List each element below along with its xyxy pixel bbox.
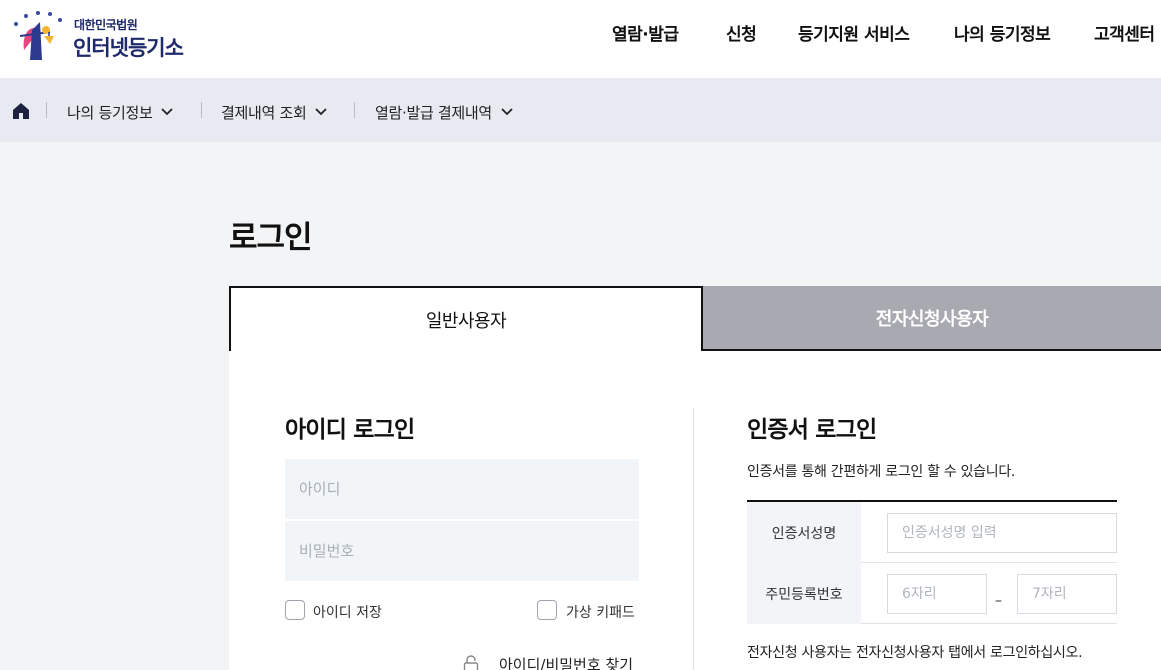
panel-divider (693, 408, 694, 670)
breadcrumb-separator (354, 102, 355, 118)
nav-apply[interactable]: 신청 (726, 20, 757, 45)
cert-login-description: 인증서를 통해 간편하게 로그인 할 수 있습니다. (747, 464, 1016, 480)
rrn-back-input[interactable] (1017, 574, 1117, 614)
tab-general-user[interactable]: 일반사용자 (229, 286, 703, 351)
chevron-down-icon (501, 108, 513, 116)
breadcrumb-separator (46, 102, 47, 118)
breadcrumb-view-payment[interactable]: 열람·발급 결제내역 (375, 102, 514, 123)
chevron-down-icon (315, 108, 328, 116)
password-input[interactable] (285, 521, 639, 581)
lock-icon (463, 655, 479, 670)
cert-name-label: 인증서성명 (747, 502, 861, 563)
save-id-label: 아이디 저장 (313, 605, 382, 621)
rrn-front-input[interactable] (887, 574, 987, 614)
cert-login-form: 인증서성명 주민등록번호 – (747, 500, 1117, 625)
virtual-keypad-checkbox[interactable] (537, 600, 557, 620)
cert-login-title: 인증서 로그인 (747, 417, 877, 443)
rrn-label: 주민등록번호 (747, 563, 861, 624)
rrn-dash: – (995, 593, 1002, 609)
cert-name-row: 인증서성명 (747, 502, 1117, 563)
nav-my-registry[interactable]: 나의 등기정보 (954, 20, 1051, 45)
rrn-row: 주민등록번호 – (747, 563, 1117, 624)
cert-login-note: 전자신청 사용자는 전자신청사용자 탭에서 로그인하십시오. (747, 645, 1083, 661)
header: 대한민국법원 인터넷등기소 열람·발급 신청 등기지원 서비스 나의 등기정보 … (0, 0, 1161, 78)
nav-view-issue[interactable]: 열람·발급 (612, 20, 679, 45)
home-icon[interactable] (12, 102, 30, 120)
breadcrumb-label: 나의 등기정보 (67, 104, 153, 122)
breadcrumb-label: 결제내역 조회 (221, 104, 307, 122)
chevron-down-icon (161, 108, 174, 116)
tab-electronic-user[interactable]: 전자신청사용자 (703, 286, 1161, 351)
save-id-checkbox[interactable] (285, 600, 305, 620)
breadcrumb-payment-history[interactable]: 결제내역 조회 (221, 102, 328, 123)
virtual-keypad-label: 가상 키패드 (566, 605, 635, 621)
nav-customer-center[interactable]: 고객센터 (1094, 20, 1155, 45)
find-id-password-label: 아이디/비밀번호 찾기 (499, 656, 634, 670)
id-input[interactable] (285, 459, 639, 519)
main-nav: 열람·발급 신청 등기지원 서비스 나의 등기정보 고객센터 (0, 20, 1161, 45)
breadcrumb-separator (201, 102, 202, 118)
id-login-title: 아이디 로그인 (285, 417, 415, 443)
nav-support-service[interactable]: 등기지원 서비스 (798, 20, 910, 45)
breadcrumb: 나의 등기정보 결제내역 조회 열람·발급 결제내역 (0, 78, 1161, 142)
breadcrumb-label: 열람·발급 결제내역 (375, 104, 492, 122)
page-title: 로그인 (229, 220, 313, 256)
find-id-password-link[interactable]: 아이디/비밀번호 찾기 (463, 654, 633, 670)
cert-name-input[interactable] (887, 513, 1117, 553)
breadcrumb-my-registry[interactable]: 나의 등기정보 (67, 102, 174, 123)
